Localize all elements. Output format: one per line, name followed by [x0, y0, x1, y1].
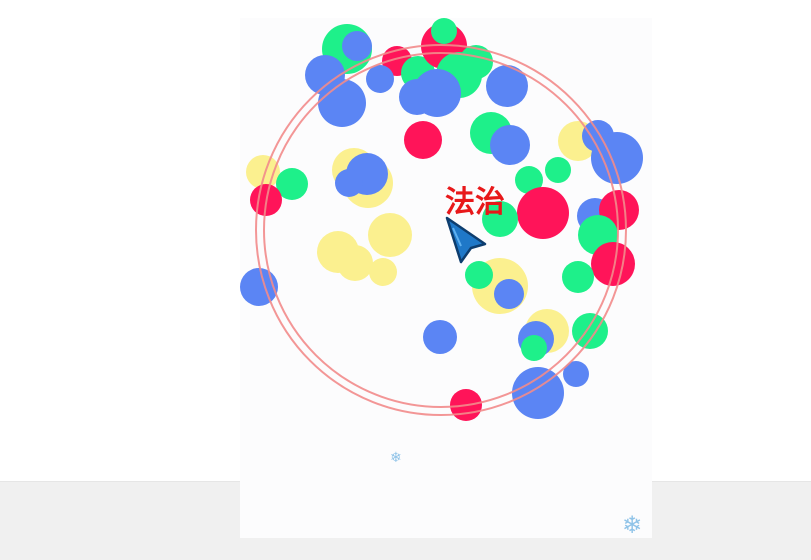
ball-blue [399, 79, 435, 115]
balls-layer [240, 18, 643, 421]
ball-blue [486, 65, 528, 107]
game-stage[interactable]: 法治 ❄ ❄ [240, 18, 652, 538]
snowflake-icon-large: ❄ [622, 511, 643, 539]
ball-green [431, 18, 457, 44]
ball-red [591, 242, 635, 286]
ball-green [545, 157, 571, 183]
ball-blue [342, 31, 372, 61]
ball-green [562, 261, 594, 293]
game-screen: 法治 ❄ ❄ [0, 0, 811, 560]
ball-green [521, 335, 547, 361]
player-arrow-icon[interactable] [445, 216, 487, 264]
ball-red [517, 187, 569, 239]
ball-yellow [337, 245, 373, 281]
ball-blue [335, 169, 363, 197]
center-label: 法治 [445, 185, 505, 220]
ball-yellow [246, 155, 280, 189]
ball-yellow [368, 213, 412, 257]
ball-blue [366, 65, 394, 93]
ball-blue [490, 125, 530, 165]
ball-blue [494, 279, 524, 309]
arrow-cursor-icon [445, 216, 487, 264]
ball-yellow [369, 258, 397, 286]
snowflake-icon-small: ❄ [390, 450, 402, 466]
ball-blue [240, 268, 278, 306]
game-board[interactable]: 法治 [240, 18, 652, 538]
ball-green [465, 261, 493, 289]
ball-red [404, 121, 442, 159]
ball-blue [423, 320, 457, 354]
